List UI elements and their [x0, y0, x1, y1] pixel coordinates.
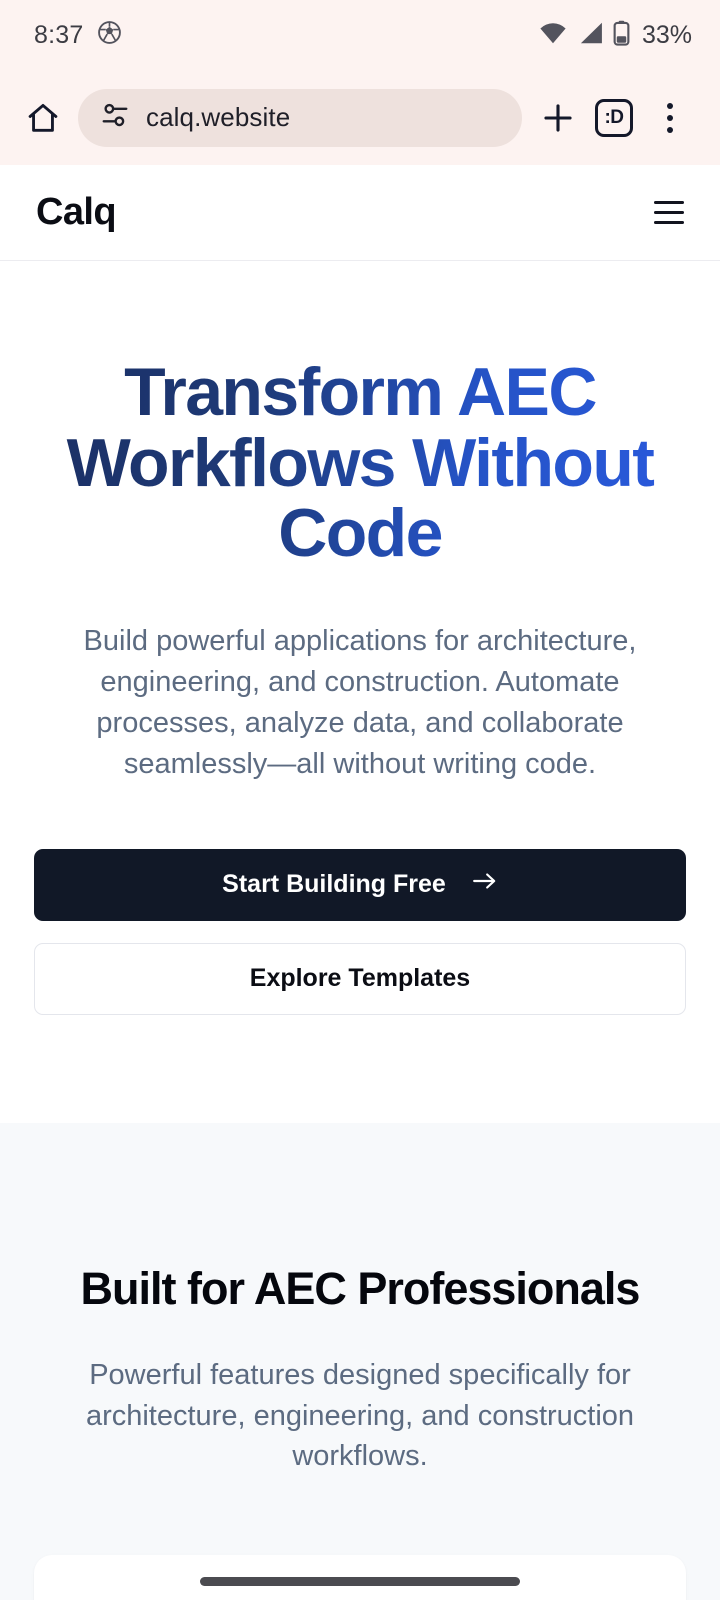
primary-cta-label: Start Building Free	[222, 870, 446, 899]
hero-heading: Transform AEC Workflows Without Code	[34, 357, 686, 569]
features-heading: Built for AEC Professionals	[80, 1262, 641, 1314]
hamburger-line	[654, 221, 684, 224]
new-tab-button[interactable]	[530, 90, 586, 146]
arrow-right-icon	[472, 870, 498, 899]
hamburger-line	[654, 201, 684, 204]
tab-count-label: :D	[595, 98, 633, 137]
browser-chrome: 8:37 33% calq.website:D	[0, 0, 720, 165]
status-bar: 8:37 33%	[0, 0, 720, 70]
explore-templates-button[interactable]: Explore Templates	[34, 942, 686, 1015]
kebab-dots	[667, 102, 673, 133]
hero-cta-group: Start Building Free Explore Templates	[34, 848, 686, 1015]
phone-screen: 8:37 33% calq.website:D Calq Transform …	[0, 0, 720, 1600]
start-building-free-button[interactable]: Start Building Free	[34, 848, 686, 921]
soccer-ball-icon	[97, 20, 122, 50]
url-bar[interactable]: calq.website	[78, 88, 522, 147]
battery-percent-label: 33%	[641, 20, 692, 49]
kebab-dot	[667, 126, 673, 133]
tune-icon[interactable]	[100, 100, 130, 135]
tab-switcher-button[interactable]: :D	[586, 90, 642, 146]
clock: 8:37	[34, 20, 84, 49]
cellular-signal-icon	[577, 21, 604, 50]
wifi-icon	[538, 21, 568, 50]
home-gesture-bar[interactable]	[200, 1577, 520, 1586]
url-text: calq.website	[146, 102, 291, 132]
features-subtitle: Powerful features designed specifically …	[85, 1358, 635, 1473]
status-bar-right: 33%	[538, 20, 692, 51]
hero-section: Transform AEC Workflows Without Code Bui…	[0, 261, 720, 1015]
status-bar-left: 8:37	[34, 20, 122, 50]
kebab-dot	[667, 102, 673, 109]
browser-toolbar: calq.website :D	[0, 70, 720, 165]
features-section: Built for AEC Professionals Powerful fea…	[0, 1122, 720, 1600]
kebab-dot	[667, 114, 673, 121]
hero-subtitle: Build powerful applications for architec…	[83, 625, 637, 780]
home-icon[interactable]	[14, 89, 72, 147]
hamburger-menu-icon[interactable]	[654, 201, 684, 224]
three-dot-menu-icon[interactable]	[642, 90, 698, 146]
site-logo[interactable]: Calq	[36, 191, 117, 234]
site-header: Calq	[0, 165, 720, 261]
battery-icon	[613, 20, 630, 51]
hamburger-line	[654, 211, 684, 214]
